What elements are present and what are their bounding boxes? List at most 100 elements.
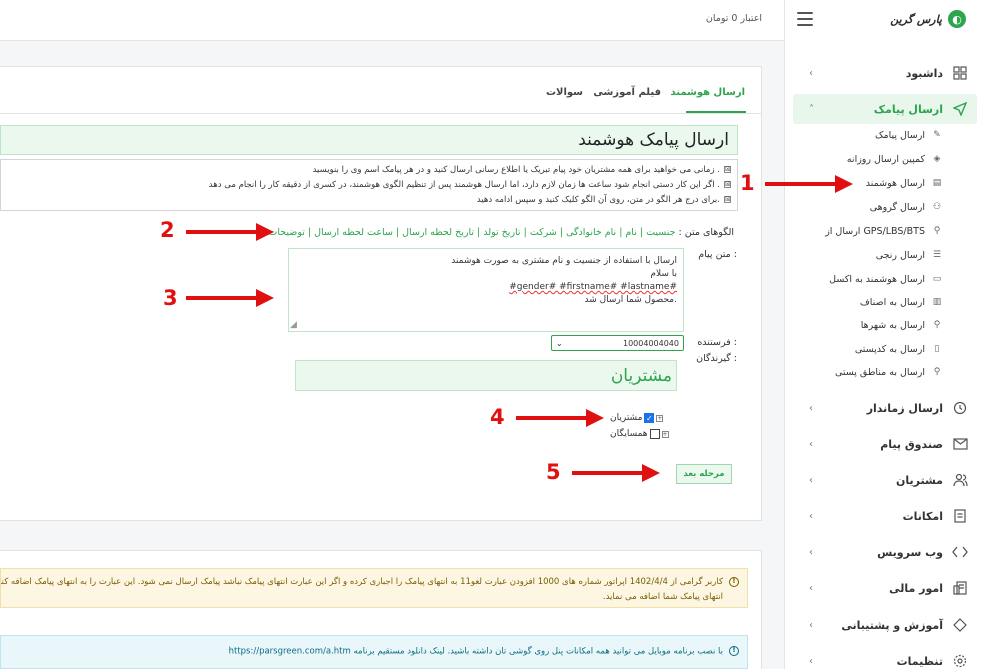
clock-icon [951,399,969,417]
sidebar-item-settings[interactable]: ‹ تنظیمات [793,646,977,669]
chevron-left-icon: ‹ [809,474,813,486]
sidebar-item-customers[interactable]: ‹ مشتریان [793,465,977,495]
layers-icon: ◈ [933,154,941,164]
pattern-links[interactable]: جنسیت | نام | نام خانوادگی | شرکت | تاری… [268,227,675,238]
submenu-label: ارسال به اصناف [859,296,925,308]
expand-icon[interactable]: + [656,414,664,422]
submenu-group-send[interactable]: ارسال گروهی ⚇ [805,196,977,218]
building-icon: ▥ [932,297,942,307]
submenu-label: ارسال هوشمند [865,177,925,189]
annotation-number-1: 1 [740,171,755,195]
sender-select[interactable]: ⌄ 10004004040 [551,335,684,351]
sender-value: 10004004040 [623,338,679,348]
tip-text: با نصب برنامه موبایل می توانید همه امکان… [228,646,723,657]
chevron-left-icon: ‹ [809,510,813,522]
annotation-number-4: 4 [490,405,505,429]
annotation-number-5: 5 [546,460,561,484]
resize-handle-icon[interactable]: ◢ [290,320,297,330]
info-text: برای درج هر الگو در متن، روی آن الگو کلی… [476,194,720,205]
warning-notice: ! کاربر گرامی از 1402/4/4 اپراتور شماره ه… [0,568,748,608]
chevron-left-icon: ‹ [809,438,813,450]
message-label: متن پیام : [698,249,737,260]
group-icon: ⚇ [932,202,942,212]
submenu-label: ارسال به شهرها [860,319,925,331]
brand-name: پارس گرین [890,12,942,26]
sidebar-item-inbox[interactable]: ‹ صندوق پیام [793,429,977,459]
tree-item-neighbors[interactable]: همسایگان + [610,429,669,439]
mail-icon [951,435,969,453]
tree-item-customers[interactable]: مشتریان ✓ + [610,413,664,423]
sidebar-item-finance[interactable]: ‹ امور مالی [793,573,977,603]
send-icon [951,100,969,118]
tab-tutorial-video[interactable]: فیلم آموزشی [593,87,661,98]
users-icon [951,471,969,489]
code-icon [951,543,969,561]
sidebar-item-label: امکانات [902,509,943,523]
info-text: اگر این کار دستی انجام شود ساعت ها زمان … [208,179,720,190]
sidebar-item-features[interactable]: ‹ امکانات [793,501,977,531]
sidebar-item-dashboard[interactable]: ‹ داشبود [793,58,977,88]
submenu-gps-send[interactable]: ارسال از GPS/LBS/BTS ⚲ [805,220,977,242]
submenu-city-send[interactable]: ارسال به شهرها ⚲ [805,314,977,336]
info-box: زمانی می خواهید برای همه مشتریان خود پیا… [0,159,738,211]
checkbox-checked[interactable]: ✓ [644,413,655,423]
message-line: محصول شما ارسال شد. [584,295,677,305]
annotation-number-2: 2 [160,218,175,242]
submenu-postcode-send[interactable]: ارسال به کدپستی ▯ [805,338,977,360]
tab-faq[interactable]: سوالات [546,87,583,98]
sidebar-item-label: وب سرویس [877,545,943,559]
info-icon: ! [729,576,739,587]
submenu-label: ارسال به کدپستی [854,343,925,355]
message-textarea[interactable]: ارسال با استفاده از جنسیت و نام مشتری به… [288,248,684,332]
sidebar-item-web-service[interactable]: ‹ وب سرویس [793,537,977,567]
list-icon: ☰ [932,250,942,260]
excel-icon: ▭ [932,274,942,284]
checkbox-unchecked[interactable] [649,429,660,439]
hamburger-menu-icon[interactable] [797,12,813,26]
gear-icon [951,652,969,669]
chevron-left-icon: ‹ [809,402,813,414]
patterns-label: الگوهای متن : [678,227,734,238]
next-step-button[interactable]: مرحله بعد [676,464,732,484]
document-icon [951,507,969,525]
submenu-excel-send[interactable]: ارسال هوشمند به اکسل ▭ [805,268,977,290]
region-icon: ⚲ [933,367,941,377]
info-text: زمانی می خواهید برای همه مشتریان خود پیا… [312,164,720,175]
warning-text: انتهای پیامک شما اضافه می نماید. [602,592,723,602]
sidebar-item-label: امور مالی [889,581,943,595]
submenu-label: ارسال به مناطق پستی [834,366,925,378]
chevron-left-icon: ‹ [809,546,813,558]
submenu-daily-campaign[interactable]: کمپین ارسال روزانه ◈ [805,148,977,170]
sidebar-item-label: صندوق پیام [880,437,943,451]
checkbox-icon: ☒ [724,166,731,173]
sidebar-item-scheduled[interactable]: ‹ ارسال زماندار [793,393,977,423]
logo-icon: ◐ [948,10,966,28]
message-line: #gender# #firstname# #lastname# [509,282,677,292]
sidebar-item-support[interactable]: ‹ آموزش و پشتیبانی [793,610,977,640]
chevron-left-icon: ‹ [809,67,813,79]
map-icon: ▯ [934,344,940,354]
message-line: با سلام [650,269,677,279]
sidebar-item-label: داشبود [905,66,943,80]
brand-logo[interactable]: پارس گرین ◐ [890,10,966,28]
submenu-label: ارسال رنجی [875,249,925,261]
tab-divider [0,113,762,114]
tab-smart-send[interactable]: ارسال هوشمند [670,87,745,98]
tree-label: همسایگان [610,429,648,439]
sidebar-item-label: مشتریان [896,473,943,487]
smart-send-card: ارسال هوشمند فیلم آموزشی سوالات ارسال پی… [0,66,762,521]
sidebar-item-label: ارسال پیامک [873,102,943,116]
sender-label: فرستنده : [697,337,737,348]
submenu-range-send[interactable]: ارسال رنجی ☰ [805,244,977,266]
tip-notice: ! با نصب برنامه موبایل می توانید همه امکا… [0,635,748,669]
finance-icon [951,579,969,597]
info-icon: ! [729,646,739,656]
submenu-label: ارسال هوشمند به اکسل [829,273,925,285]
submenu-send-sms[interactable]: ارسال پیامک ✎ [805,124,977,146]
sidebar-item-label: آموزش و پشتیبانی [841,618,943,632]
submenu-postal-region-send[interactable]: ارسال به مناطق پستی ⚲ [805,361,977,383]
submenu-guild-send[interactable]: ارسال به اصناف ▥ [805,291,977,313]
expand-icon[interactable]: + [661,430,669,438]
sidebar-item-send-sms[interactable]: ˄ ارسال پیامک [793,94,977,124]
credit-balance: اعتبار 0 تومان [705,13,762,24]
